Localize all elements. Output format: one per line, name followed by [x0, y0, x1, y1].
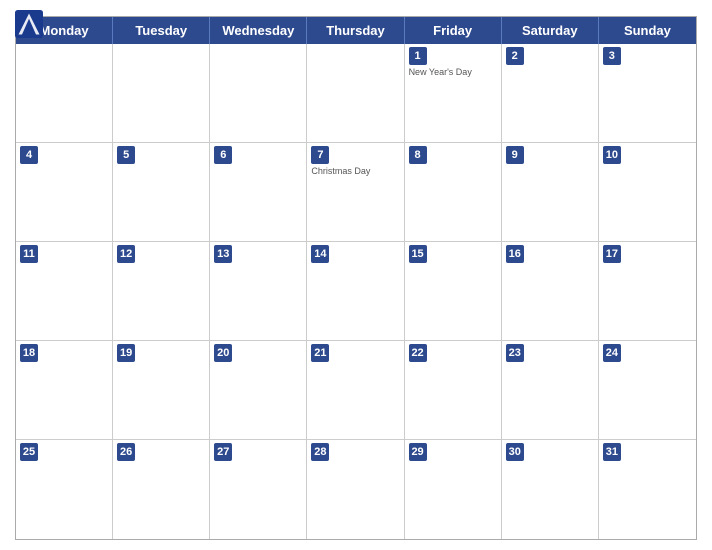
calendar-cell: 25 [16, 440, 113, 539]
cell-date-number: 6 [214, 146, 232, 164]
calendar-cell: 20 [210, 341, 307, 440]
calendar-cell: 22 [405, 341, 502, 440]
cell-date-number: 5 [117, 146, 135, 164]
cell-date-number: 14 [311, 245, 329, 263]
calendar-cell: 8 [405, 143, 502, 242]
calendar-page: MondayTuesdayWednesdayThursdayFridaySatu… [0, 0, 712, 550]
calendar-cell: 4 [16, 143, 113, 242]
cell-date-number: 7 [311, 146, 329, 164]
cell-date-number: 18 [20, 344, 38, 362]
calendar-cell: 19 [113, 341, 210, 440]
cell-date-number: 13 [214, 245, 232, 263]
cell-date-number: 27 [214, 443, 232, 461]
cell-date-number: 28 [311, 443, 329, 461]
cell-holiday-label: New Year's Day [409, 67, 497, 78]
cell-date-number: 11 [20, 245, 38, 263]
week-row-4: 18 19 20 21 22 23 24 [16, 341, 696, 440]
calendar-cell: 28 [307, 440, 404, 539]
cell-date-number: 4 [20, 146, 38, 164]
calendar-cell [210, 44, 307, 143]
calendar-body: 1New Year's Day234567Christmas Day891011… [16, 44, 696, 539]
calendar-cell: 15 [405, 242, 502, 341]
calendar-cell: 1 New Year's Day [405, 44, 502, 143]
weekday-header-friday: Friday [405, 17, 502, 44]
cell-date-number: 19 [117, 344, 135, 362]
calendar-cell [16, 44, 113, 143]
calendar-cell: 5 [113, 143, 210, 242]
weekday-header-saturday: Saturday [502, 17, 599, 44]
calendar-cell: 3 [599, 44, 696, 143]
calendar-cell: 30 [502, 440, 599, 539]
cell-date-number: 3 [603, 47, 621, 65]
calendar-cell: 16 [502, 242, 599, 341]
cell-date-number: 25 [20, 443, 38, 461]
cell-date-number: 8 [409, 146, 427, 164]
calendar-cell: 11 [16, 242, 113, 341]
cell-date-number: 12 [117, 245, 135, 263]
calendar-cell: 12 [113, 242, 210, 341]
calendar-cell: 9 [502, 143, 599, 242]
cell-date-number: 16 [506, 245, 524, 263]
cell-date-number: 15 [409, 245, 427, 263]
cell-holiday-label: Christmas Day [311, 166, 399, 177]
cell-date-number: 20 [214, 344, 232, 362]
calendar-cell: 31 [599, 440, 696, 539]
calendar-cell [113, 44, 210, 143]
calendar-cell: 10 [599, 143, 696, 242]
cell-date-number: 21 [311, 344, 329, 362]
week-row-1: 1 New Year's Day 2 3 [16, 44, 696, 143]
weekday-header-sunday: Sunday [599, 17, 696, 44]
weekday-header-thursday: Thursday [307, 17, 404, 44]
cell-date-number: 29 [409, 443, 427, 461]
calendar-cell: 13 [210, 242, 307, 341]
cell-date-number: 17 [603, 245, 621, 263]
week-row-3: 11 12 13 14 15 16 17 [16, 242, 696, 341]
weekday-header-wednesday: Wednesday [210, 17, 307, 44]
calendar-cell: 14 [307, 242, 404, 341]
cell-date-number: 10 [603, 146, 621, 164]
calendar-weekday-header: MondayTuesdayWednesdayThursdayFridaySatu… [16, 17, 696, 44]
cell-date-number: 23 [506, 344, 524, 362]
calendar-cell: 24 [599, 341, 696, 440]
cell-date-number: 24 [603, 344, 621, 362]
weekday-header-tuesday: Tuesday [113, 17, 210, 44]
cell-date-number: 31 [603, 443, 621, 461]
calendar-cell: 2 [502, 44, 599, 143]
week-row-5: 25 26 27 28 29 30 31 [16, 440, 696, 539]
logo-icon [15, 10, 43, 38]
cell-date-number: 26 [117, 443, 135, 461]
calendar-cell: 18 [16, 341, 113, 440]
cell-date-number: 30 [506, 443, 524, 461]
calendar-cell: 26 [113, 440, 210, 539]
calendar-cell: 7 Christmas Day [307, 143, 404, 242]
cell-date-number: 9 [506, 146, 524, 164]
calendar-cell: 6 [210, 143, 307, 242]
week-row-2: 4 5 6 7 Christmas Day 8 9 10 [16, 143, 696, 242]
calendar-cell: 29 [405, 440, 502, 539]
calendar-grid: MondayTuesdayWednesdayThursdayFridaySatu… [15, 16, 697, 540]
logo [15, 10, 46, 38]
calendar-cell: 27 [210, 440, 307, 539]
calendar-cell: 23 [502, 341, 599, 440]
cell-date-number: 1 [409, 47, 427, 65]
calendar-cell [307, 44, 404, 143]
calendar-cell: 21 [307, 341, 404, 440]
cell-date-number: 2 [506, 47, 524, 65]
cell-date-number: 22 [409, 344, 427, 362]
calendar-cell: 17 [599, 242, 696, 341]
